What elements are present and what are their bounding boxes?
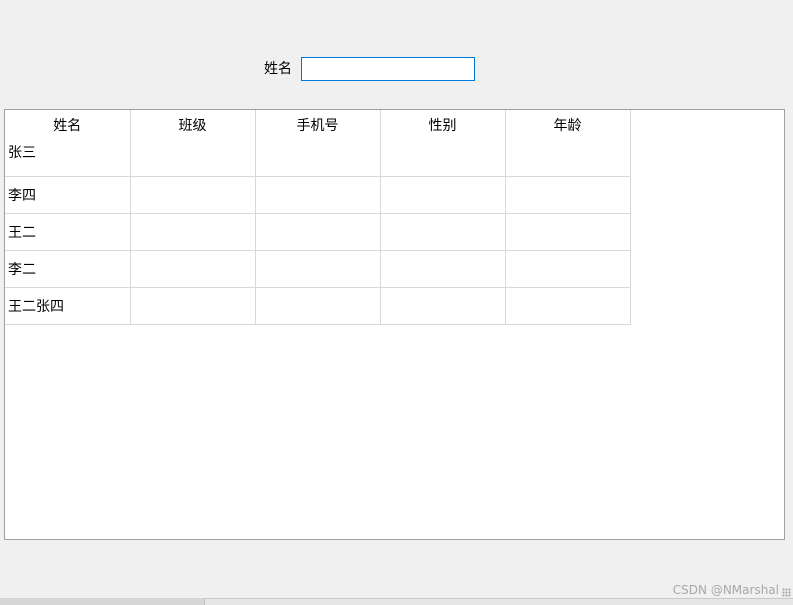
table-cell[interactable]: 李二 xyxy=(5,250,131,288)
table-cell[interactable] xyxy=(255,213,381,251)
table-cell[interactable] xyxy=(505,176,631,214)
table-cell[interactable] xyxy=(380,213,506,251)
table-cell[interactable] xyxy=(505,287,631,325)
column-header-name[interactable]: 姓名 xyxy=(5,110,131,139)
table-cell[interactable] xyxy=(505,139,631,177)
table-header-row: 姓名 班级 手机号 性别 年龄 xyxy=(5,110,631,139)
table-row[interactable]: 李四 xyxy=(5,176,631,214)
table-cell[interactable]: 李四 xyxy=(5,176,131,214)
column-header-class[interactable]: 班级 xyxy=(130,110,256,139)
table-cell[interactable] xyxy=(130,176,256,214)
table-cell[interactable] xyxy=(255,176,381,214)
table-cell[interactable] xyxy=(380,176,506,214)
name-search-input[interactable] xyxy=(301,57,475,81)
student-table: 姓名 班级 手机号 性别 年龄 张三 李四 王二 李二 王二张四 xyxy=(5,110,631,325)
table-cell[interactable] xyxy=(255,287,381,325)
table-cell[interactable] xyxy=(380,139,506,177)
search-bar: 姓名 xyxy=(0,57,793,81)
table-cell[interactable] xyxy=(505,213,631,251)
table-cell[interactable] xyxy=(505,250,631,288)
name-search-label: 姓名 xyxy=(264,61,292,77)
table-cell[interactable] xyxy=(255,250,381,288)
table-cell[interactable] xyxy=(380,287,506,325)
csdn-watermark: CSDN @NMarshal xyxy=(672,583,779,597)
table-row[interactable]: 李二 xyxy=(5,250,631,288)
table-cell[interactable] xyxy=(130,250,256,288)
table-cell[interactable] xyxy=(130,287,256,325)
resize-grip-icon[interactable] xyxy=(782,588,791,597)
table-row[interactable]: 王二 xyxy=(5,213,631,251)
table-cell[interactable] xyxy=(380,250,506,288)
table-row[interactable]: 张三 xyxy=(5,139,631,177)
column-header-age[interactable]: 年龄 xyxy=(505,110,631,139)
table-cell[interactable]: 王二 xyxy=(5,213,131,251)
table-cell[interactable]: 王二张四 xyxy=(5,287,131,325)
table-cell[interactable] xyxy=(130,139,256,177)
table-cell[interactable]: 张三 xyxy=(5,139,131,177)
table-cell[interactable] xyxy=(130,213,256,251)
column-header-gender[interactable]: 性别 xyxy=(380,110,506,139)
student-table-panel[interactable]: 姓名 班级 手机号 性别 年龄 张三 李四 王二 李二 王二张四 xyxy=(4,109,785,540)
table-row[interactable]: 王二张四 xyxy=(5,287,631,325)
taskbar-tab xyxy=(0,598,205,605)
table-cell[interactable] xyxy=(255,139,381,177)
column-header-phone[interactable]: 手机号 xyxy=(255,110,381,139)
